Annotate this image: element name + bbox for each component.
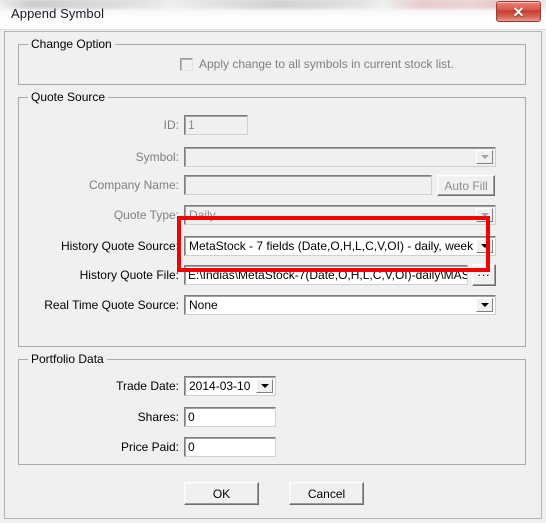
price-paid-label: Price Paid: bbox=[120, 440, 179, 454]
apply-all-symbols-label: Apply change to all symbols in current s… bbox=[199, 57, 454, 71]
quote-type-combobox: Daily bbox=[184, 205, 496, 225]
quote-type-value: Daily bbox=[189, 208, 216, 222]
id-field: 1 bbox=[184, 115, 248, 135]
real-time-quote-source-value: None bbox=[189, 298, 218, 312]
close-icon: ✕ bbox=[512, 3, 525, 20]
close-button[interactable]: ✕ bbox=[496, 1, 541, 22]
real-time-quote-source-label: Real Time Quote Source: bbox=[44, 298, 179, 312]
history-quote-source-label: History Quote Source: bbox=[60, 239, 179, 253]
ok-button[interactable]: OK bbox=[184, 482, 259, 505]
apply-all-symbols-row: Apply change to all symbols in current s… bbox=[180, 57, 454, 71]
company-name-field bbox=[184, 175, 432, 195]
browse-file-button[interactable]: ... bbox=[472, 264, 496, 286]
portfolio-data-group-title: Portfolio Data bbox=[28, 352, 107, 366]
browse-ellipsis-icon: ... bbox=[477, 265, 491, 279]
append-symbol-dialog: Append Symbol ✕ Change Option Apply chan… bbox=[0, 0, 546, 523]
dialog-client-area: Change Option Apply change to all symbol… bbox=[4, 31, 542, 519]
shares-label: Shares: bbox=[137, 410, 179, 424]
symbol-combobox bbox=[184, 147, 496, 167]
real-time-quote-source-combobox[interactable]: None bbox=[184, 295, 496, 315]
trade-date-label: Trade Date: bbox=[116, 379, 179, 393]
quote-type-label: Quote Type: bbox=[113, 208, 179, 222]
cancel-button[interactable]: Cancel bbox=[289, 482, 364, 505]
window-title: Append Symbol bbox=[11, 6, 105, 21]
price-paid-field[interactable]: 0 bbox=[184, 437, 276, 457]
trade-date-picker[interactable]: 2014-03-10 bbox=[184, 376, 276, 396]
shares-field[interactable]: 0 bbox=[184, 407, 276, 427]
history-quote-file-field[interactable]: E:\Indias\MetaStock-7(Date,O,H,L,C,V,OI)… bbox=[184, 265, 468, 285]
history-quote-source-value: MetaStock - 7 fields (Date,O,H,L,C,V,OI)… bbox=[189, 239, 473, 253]
trade-date-dropdown-arrow-icon[interactable] bbox=[256, 379, 273, 393]
quote-source-group: Quote Source ID: 1 Symbol: Company Name:… bbox=[18, 90, 526, 347]
id-label: ID: bbox=[163, 118, 179, 132]
real-time-quote-source-dropdown-arrow-icon[interactable] bbox=[476, 298, 493, 312]
change-option-group: Change Option Apply change to all symbol… bbox=[18, 37, 526, 85]
portfolio-data-group: Portfolio Data Trade Date: 2014-03-10 Sh… bbox=[18, 352, 526, 465]
history-quote-source-dropdown-arrow-icon[interactable] bbox=[476, 239, 493, 253]
title-bar: Append Symbol ✕ bbox=[0, 0, 546, 30]
apply-all-symbols-checkbox bbox=[180, 57, 193, 71]
change-option-group-title: Change Option bbox=[28, 37, 115, 51]
history-quote-file-label: History Quote File: bbox=[79, 268, 179, 282]
history-quote-source-combobox[interactable]: MetaStock - 7 fields (Date,O,H,L,C,V,OI)… bbox=[184, 236, 496, 256]
quote-type-dropdown-arrow-icon bbox=[476, 208, 493, 222]
auto-fill-button: Auto Fill bbox=[437, 175, 495, 196]
symbol-label: Symbol: bbox=[135, 150, 179, 164]
trade-date-value: 2014-03-10 bbox=[189, 379, 251, 393]
symbol-dropdown-arrow-icon bbox=[476, 150, 493, 164]
company-name-label: Company Name: bbox=[88, 178, 179, 192]
quote-source-group-title: Quote Source bbox=[28, 90, 109, 104]
